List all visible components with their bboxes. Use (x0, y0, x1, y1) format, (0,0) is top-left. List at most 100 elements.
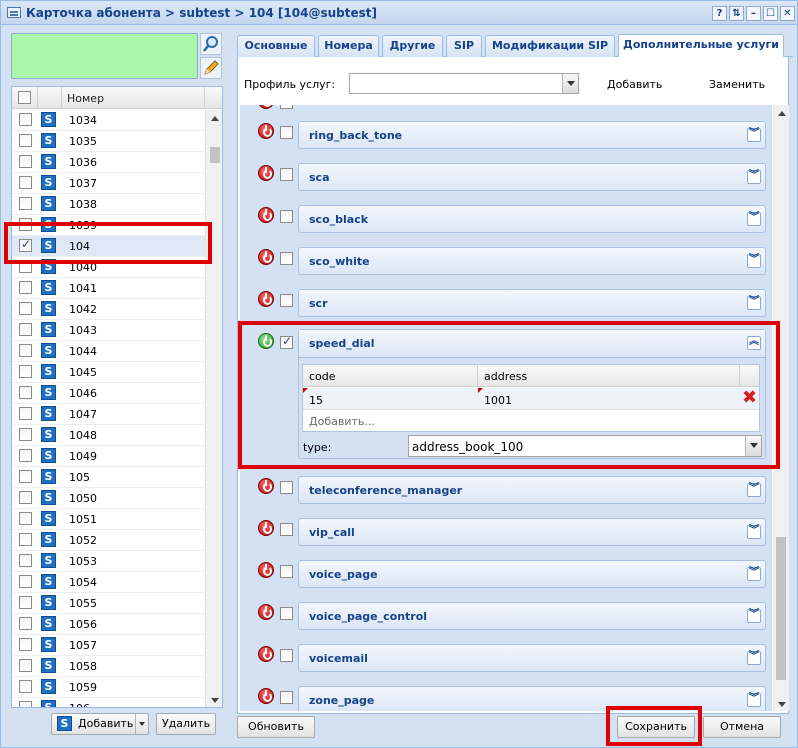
service-checkbox[interactable] (280, 168, 293, 181)
list-item[interactable]: S 1034 (12, 110, 205, 131)
row-checkbox[interactable] (19, 575, 32, 588)
scroll-up-icon[interactable] (211, 116, 219, 121)
row-checkbox[interactable] (19, 596, 32, 609)
list-item[interactable]: S 1052 (12, 530, 205, 551)
row-checkbox[interactable] (19, 491, 32, 504)
list-item[interactable]: S 1037 (12, 173, 205, 194)
list-item[interactable]: S 1056 (12, 614, 205, 635)
power-on-icon[interactable] (258, 333, 274, 349)
service-header[interactable]: ring_back_tone ︾ (298, 121, 766, 149)
power-off-icon[interactable] (258, 207, 274, 223)
row-checkbox[interactable] (19, 680, 32, 693)
list-item[interactable]: S 1046 (12, 383, 205, 404)
service-checkbox[interactable] (280, 105, 293, 109)
service-checkbox[interactable] (280, 210, 293, 223)
add-dropdown-arrow[interactable] (135, 714, 148, 734)
row-checkbox[interactable] (19, 134, 32, 147)
list-item[interactable]: S 1036 (12, 152, 205, 173)
type-dropdown-icon[interactable] (745, 436, 761, 456)
row-checkbox[interactable] (19, 260, 32, 273)
search-button[interactable] (200, 33, 222, 55)
expand-icon[interactable]: ︾ (747, 609, 761, 623)
expand-icon[interactable]: ︾ (747, 128, 761, 142)
service-header[interactable]: sco_white ︾ (298, 247, 766, 275)
table-row[interactable]: 15 1001 ✖ (303, 388, 759, 410)
expand-icon[interactable]: ︾ (747, 693, 761, 707)
list-item[interactable]: S 1059 (12, 677, 205, 698)
add-subscriber-button[interactable]: S Добавить (51, 713, 149, 735)
filter-area[interactable] (11, 33, 198, 79)
power-off-icon[interactable] (258, 646, 274, 662)
list-item[interactable]: S 104 (12, 236, 205, 257)
list-item[interactable]: S 1044 (12, 341, 205, 362)
list-item[interactable]: S 1040 (12, 257, 205, 278)
service-checkbox[interactable] (280, 607, 293, 620)
list-item[interactable]: S 1051 (12, 509, 205, 530)
service-header[interactable]: sco_black ︾ (298, 205, 766, 233)
list-item[interactable]: S 1035 (12, 131, 205, 152)
tab-sip[interactable]: SIP (446, 35, 482, 57)
scroll-up-icon[interactable] (778, 111, 786, 116)
number-column-header[interactable]: Номер (67, 92, 104, 105)
scroll-down-icon[interactable] (778, 702, 786, 707)
select-all-checkbox[interactable] (18, 91, 31, 104)
expand-icon[interactable]: ︾ (747, 567, 761, 581)
row-checkbox[interactable] (19, 449, 32, 462)
service-checkbox[interactable] (280, 294, 293, 307)
list-item[interactable]: S 1050 (12, 488, 205, 509)
row-checkbox[interactable] (19, 237, 32, 252)
service-checkbox[interactable] (280, 565, 293, 578)
refresh-window-icon[interactable]: ⇅ (729, 6, 744, 21)
scroll-thumb[interactable] (776, 537, 786, 680)
code-column-header[interactable]: code (309, 370, 336, 383)
power-off-icon[interactable] (258, 478, 274, 494)
maximize-icon[interactable]: ☐ (763, 6, 778, 21)
row-checkbox[interactable] (19, 323, 32, 336)
service-checkbox[interactable] (280, 126, 293, 139)
list-item[interactable]: S 1054 (12, 572, 205, 593)
power-off-icon[interactable] (258, 249, 274, 265)
row-checkbox[interactable] (19, 533, 32, 546)
list-item[interactable]: S 1039 (12, 215, 205, 236)
service-checkbox[interactable] (280, 649, 293, 662)
row-checkbox[interactable] (19, 554, 32, 567)
service-header[interactable]: voice_page ︾ (298, 560, 766, 588)
delete-subscriber-button[interactable]: Удалить (156, 713, 216, 735)
edit-button[interactable] (200, 57, 222, 79)
row-checkbox[interactable] (19, 344, 32, 357)
cancel-button[interactable]: Отмена (703, 716, 781, 738)
service-header[interactable]: zone_page ︾ (298, 686, 766, 711)
service-header[interactable]: sca ︾ (298, 163, 766, 191)
row-checkbox[interactable] (19, 701, 32, 707)
power-off-icon[interactable] (258, 604, 274, 620)
add-row-link[interactable]: Добавить... (309, 415, 375, 428)
row-checkbox[interactable] (19, 407, 32, 420)
address-column-header[interactable]: address (484, 370, 527, 383)
power-off-icon[interactable] (258, 562, 274, 578)
save-button[interactable]: Сохранить (617, 716, 695, 738)
collapse-icon[interactable]: ︽ (747, 336, 761, 350)
power-off-icon[interactable] (258, 123, 274, 139)
list-item[interactable]: S 1049 (12, 446, 205, 467)
expand-icon[interactable]: ︾ (747, 170, 761, 184)
scroll-thumb[interactable] (210, 147, 220, 163)
list-item[interactable]: S 1053 (12, 551, 205, 572)
profile-select[interactable] (349, 73, 579, 94)
tab-sip-modifications[interactable]: Модификации SIP (485, 35, 615, 57)
expand-icon[interactable]: ︾ (747, 651, 761, 665)
list-item[interactable]: S 1047 (12, 404, 205, 425)
profile-replace-button[interactable]: Заменить (709, 78, 765, 91)
row-checkbox[interactable] (19, 512, 32, 525)
row-checkbox[interactable] (19, 218, 32, 231)
service-checkbox[interactable] (280, 252, 293, 265)
row-checkbox[interactable] (19, 365, 32, 378)
row-checkbox[interactable] (19, 638, 32, 651)
service-checkbox[interactable] (280, 523, 293, 536)
list-item[interactable]: S 1057 (12, 635, 205, 656)
expand-icon[interactable]: ︾ (747, 212, 761, 226)
service-header[interactable]: voice_page_control ︾ (298, 602, 766, 630)
row-checkbox[interactable] (19, 155, 32, 168)
service-header[interactable]: vip_call ︾ (298, 518, 766, 546)
service-checkbox[interactable] (280, 334, 293, 349)
list-item[interactable]: S 1041 (12, 278, 205, 299)
